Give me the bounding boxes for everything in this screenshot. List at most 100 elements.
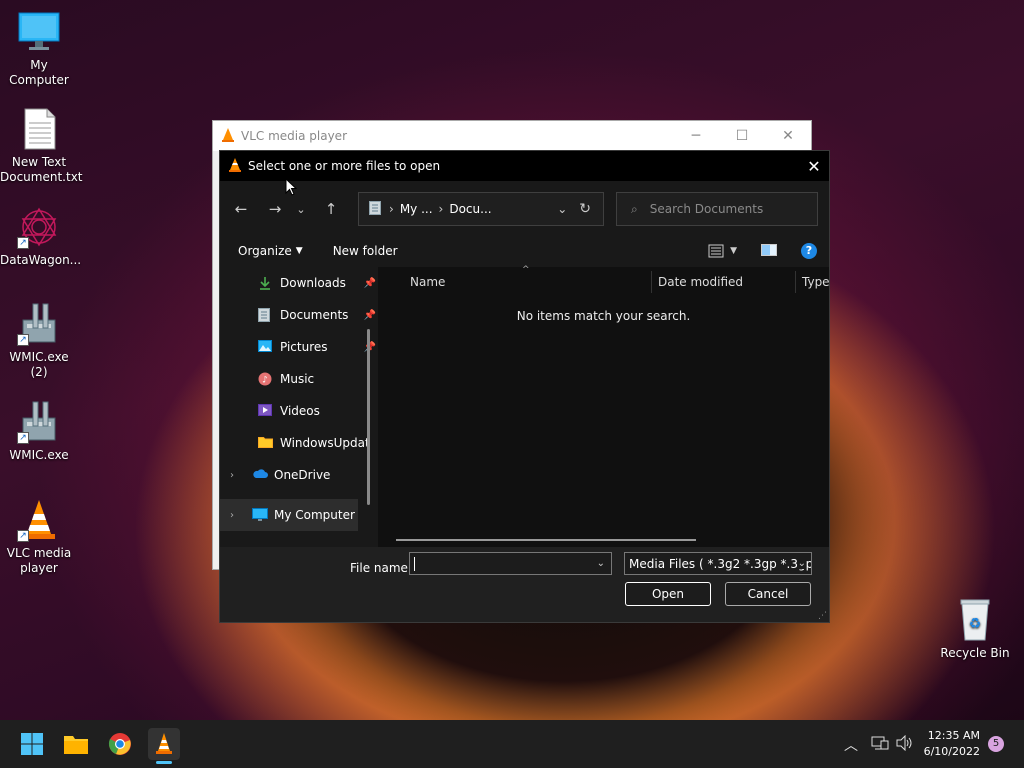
chevron-right-icon[interactable]: ›: [230, 510, 244, 521]
nav-pane-scrollbar[interactable]: [367, 329, 370, 505]
desktop-icon-wmic[interactable]: ↗ WMIC.exe: [0, 400, 78, 463]
chevron-down-icon: ⌄: [797, 558, 806, 569]
resize-grip-icon[interactable]: ⋰: [818, 611, 827, 621]
command-bar: Organize ▼ New folder ▼ ?: [220, 236, 829, 266]
vlc-titlebar: VLC media player ─ ☐ ✕: [213, 121, 811, 151]
horizontal-scrollbar[interactable]: [396, 539, 696, 541]
dialog-titlebar: Select one or more files to open ✕: [220, 151, 829, 181]
desktop-icon-datawagon[interactable]: ↗ DataWagon...: [0, 205, 82, 268]
volume-icon[interactable]: [896, 734, 914, 755]
documents-folder-icon: [369, 200, 381, 218]
refresh-icon[interactable]: ↻: [579, 201, 591, 217]
desktop-icon-recycle-bin[interactable]: ♻ Recycle Bin: [936, 598, 1014, 661]
search-box[interactable]: ⌕: [616, 192, 818, 226]
search-icon: ⌕: [631, 201, 638, 216]
breadcrumb-segment-my-computer[interactable]: My ...: [400, 202, 433, 216]
nav-item-label: Music: [280, 372, 315, 386]
file-type-value: Media Files ( *.3g2 *.3gp *.3gp2: [629, 556, 812, 571]
monitor-icon: [252, 508, 268, 522]
close-button[interactable]: ✕: [765, 128, 811, 144]
help-icon[interactable]: ?: [801, 243, 817, 259]
notification-badge[interactable]: 5: [988, 736, 1004, 752]
shortcut-arrow-icon: ↗: [17, 237, 29, 249]
address-dropdown-icon[interactable]: ⌄: [557, 202, 567, 216]
search-input[interactable]: [649, 202, 800, 216]
network-icon[interactable]: [871, 735, 889, 755]
nav-item-windowsupdate[interactable]: WindowsUpdat: [220, 427, 378, 459]
nav-item-downloads[interactable]: Downloads 📌: [220, 267, 378, 299]
dialog-close-button[interactable]: ✕: [799, 157, 829, 176]
vlc-cone-icon: ↗: [17, 498, 61, 542]
open-button[interactable]: Open: [625, 582, 711, 606]
file-explorer-taskbar-button[interactable]: [60, 728, 92, 760]
desktop-icon-new-text-document[interactable]: New Text Document.txt: [0, 107, 83, 185]
vlc-cone-icon: [156, 733, 172, 754]
new-folder-button[interactable]: New folder: [333, 244, 398, 258]
file-type-select[interactable]: Media Files ( *.3g2 *.3gp *.3gp2 ⌄: [624, 552, 812, 575]
onedrive-cloud-icon: [252, 468, 268, 482]
text-caret: [414, 556, 415, 571]
nav-item-documents[interactable]: Documents 📌: [220, 299, 378, 331]
svg-text:♻: ♻: [969, 616, 982, 632]
pin-icon: 📌: [363, 309, 376, 321]
monitor-icon: [17, 10, 61, 54]
address-bar[interactable]: › My ... › Docu... ⌄ ↻: [358, 192, 604, 226]
folder-icon: [258, 436, 274, 450]
videos-icon: [258, 404, 274, 418]
forward-arrow-icon[interactable]: →: [260, 200, 290, 218]
text-file-icon: [17, 107, 61, 151]
maximize-button[interactable]: ☐: [719, 128, 765, 144]
column-separator[interactable]: [795, 271, 796, 293]
nav-item-my-computer[interactable]: › My Computer: [220, 499, 358, 531]
nav-item-label: Downloads: [280, 276, 346, 290]
breadcrumb-segment-documents[interactable]: Docu...: [449, 202, 491, 216]
chrome-icon: [108, 733, 131, 755]
desktop-icon-my-computer[interactable]: My Computer: [0, 10, 78, 88]
vlc-taskbar-button[interactable]: [148, 728, 180, 764]
view-options-icon[interactable]: ▼: [708, 244, 737, 258]
start-button[interactable]: [16, 728, 48, 760]
show-hidden-icons-chevron-icon[interactable]: ︿: [844, 735, 858, 755]
documents-icon: [258, 308, 274, 322]
download-arrow-icon: [258, 276, 274, 290]
file-name-input[interactable]: ⌄: [409, 552, 612, 575]
nav-item-videos[interactable]: Videos: [220, 395, 378, 427]
desktop-icon-vlc[interactable]: ↗ VLC media player: [0, 498, 78, 576]
navigation-bar: ← → ⌄ ↑ › My ... › Docu... ⌄ ↻ ⌕: [220, 192, 829, 226]
desktop-icon-wmic-2[interactable]: ↗ WMIC.exe (2): [0, 302, 78, 380]
nav-item-music[interactable]: ♪ Music: [220, 363, 378, 395]
music-icon: ♪: [258, 372, 274, 386]
shortcut-arrow-icon: ↗: [17, 432, 29, 444]
desktop-icon-label: DataWagon...: [0, 253, 82, 267]
nav-item-pictures[interactable]: Pictures 📌: [220, 331, 378, 363]
file-list: ^ Name Date modified Type No items match…: [378, 265, 830, 547]
cancel-button[interactable]: Cancel: [725, 582, 811, 606]
nav-item-onedrive[interactable]: › OneDrive: [220, 459, 378, 491]
column-separator[interactable]: [651, 271, 652, 293]
column-name[interactable]: Name: [410, 275, 445, 289]
nav-item-label: Videos: [280, 404, 320, 418]
chevron-right-icon[interactable]: ›: [230, 470, 244, 481]
shortcut-arrow-icon: ↗: [17, 530, 29, 542]
up-arrow-icon[interactable]: ↑: [316, 200, 346, 218]
organize-menu[interactable]: Organize ▼: [238, 244, 303, 258]
nav-item-label: Pictures: [280, 340, 328, 354]
column-type[interactable]: Type: [802, 275, 830, 289]
desktop-icon-label: VLC media player: [6, 546, 72, 575]
clock[interactable]: 12:35 AM 6/10/2022: [924, 728, 980, 760]
clock-date: 6/10/2022: [923, 745, 980, 758]
column-date-modified[interactable]: Date modified: [658, 275, 743, 289]
recent-locations-chevron-icon[interactable]: ⌄: [290, 203, 312, 216]
minimize-button[interactable]: ─: [673, 128, 719, 144]
file-explorer-icon: [64, 736, 88, 754]
wmic-tools-icon: ↗: [17, 400, 61, 444]
vlc-cone-icon: [228, 157, 242, 175]
windows-logo-icon: [21, 733, 43, 755]
chrome-taskbar-button[interactable]: [104, 728, 136, 760]
preview-pane-icon[interactable]: [761, 243, 777, 259]
chevron-down-icon[interactable]: ⌄: [597, 558, 605, 569]
nav-item-label: My Computer: [274, 508, 355, 522]
back-arrow-icon[interactable]: ←: [226, 200, 256, 218]
nav-item-label: OneDrive: [274, 468, 331, 482]
breadcrumb-separator: ›: [389, 202, 394, 216]
